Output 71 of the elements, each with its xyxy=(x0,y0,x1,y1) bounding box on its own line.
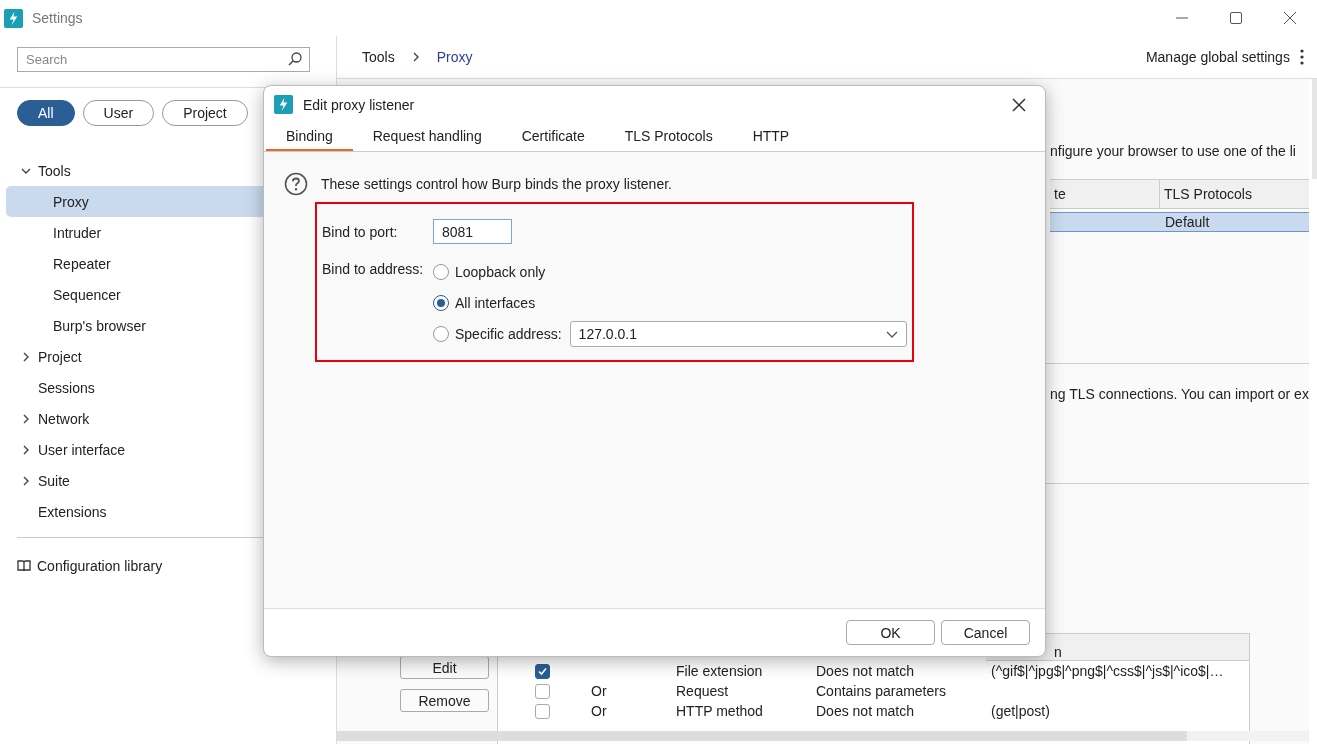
close-button[interactable] xyxy=(1011,96,1027,113)
field-label: Bind to port: xyxy=(322,223,399,240)
close-icon[interactable] xyxy=(1284,12,1296,24)
tree-item[interactable]: Suite xyxy=(38,472,70,489)
checkbox[interactable] xyxy=(534,703,550,719)
radio-label[interactable]: Specific address: xyxy=(455,326,562,342)
tree-item[interactable]: Repeater xyxy=(53,255,111,272)
tree-item[interactable]: User interface xyxy=(38,441,126,458)
radio-button[interactable] xyxy=(433,326,449,342)
check-icon xyxy=(536,665,548,677)
filter-chip[interactable]: All xyxy=(17,100,75,126)
tab[interactable]: TLS Protocols xyxy=(604,123,733,151)
tree-item[interactable]: Sequencer xyxy=(53,286,121,303)
table-action-button[interactable]: Remove xyxy=(400,689,489,712)
tree-item[interactable]: Project xyxy=(38,348,82,365)
tree-item[interactable]: Tools xyxy=(38,162,71,179)
table-cell: Does not match xyxy=(816,703,915,719)
address-dropdown[interactable]: 127.0.0.1 xyxy=(569,321,907,347)
table-cell: File extension xyxy=(676,663,763,679)
table-row[interactable]: Default xyxy=(1050,212,1309,232)
breadcrumb-item[interactable]: Tools xyxy=(362,49,395,65)
table-cell: Or xyxy=(591,703,607,719)
table-cell: (get|post) xyxy=(991,703,1050,719)
radio-label[interactable]: All interfaces xyxy=(455,295,536,311)
tab[interactable]: HTTP xyxy=(732,123,810,151)
dialog-title: Edit proxy listener xyxy=(303,96,415,113)
port-field[interactable]: 8081 xyxy=(433,219,512,244)
checkbox[interactable] xyxy=(534,663,550,679)
dialog-button[interactable]: Cancel xyxy=(941,620,1030,645)
more-icon[interactable] xyxy=(1298,48,1305,66)
tree-item[interactable]: Proxy xyxy=(53,193,89,210)
section-description: ng TLS connections. You can import or ex xyxy=(1050,386,1309,402)
search-field[interactable]: Search xyxy=(17,47,310,72)
tree-item[interactable]: Network xyxy=(38,410,90,427)
radio-button[interactable] xyxy=(433,264,449,280)
help-icon xyxy=(284,172,308,196)
breadcrumb-item[interactable]: Proxy xyxy=(436,49,473,65)
field-label: Bind to address: xyxy=(322,261,425,279)
column-header[interactable]: n xyxy=(1054,644,1062,660)
table-cell: (^gif$|^jpg$|^png$|^css$|^js$|^ico$|… xyxy=(991,663,1224,679)
radio-button[interactable] xyxy=(433,295,449,311)
maximize-icon[interactable] xyxy=(1230,12,1242,24)
filter-chip[interactable]: User xyxy=(82,100,155,126)
filter-chip[interactable]: Project xyxy=(162,100,248,126)
table-cell: HTTP method xyxy=(676,703,763,719)
column-header[interactable]: te xyxy=(1054,186,1066,202)
search-icon xyxy=(288,52,302,66)
window-title: Settings xyxy=(32,10,83,26)
info-text: These settings control how Burp binds the proxy listener. xyxy=(321,176,672,192)
tab[interactable]: Certificate xyxy=(501,123,605,151)
section-description: nfigure your browser to use one of the li xyxy=(1050,143,1297,159)
manage-global-settings-link[interactable]: Manage global settings xyxy=(1145,49,1290,65)
app-logo-icon xyxy=(4,8,23,28)
tree-item[interactable]: Sessions xyxy=(38,379,95,396)
dialog-button[interactable]: OK xyxy=(846,620,935,645)
configuration-library-link[interactable]: Configuration library xyxy=(37,558,163,574)
table-cell: Request xyxy=(676,683,729,699)
book-icon xyxy=(17,559,31,573)
tree-item[interactable]: Burp's browser xyxy=(53,317,146,334)
column-header[interactable]: TLS Protocols xyxy=(1164,186,1252,202)
tab[interactable]: Request handling xyxy=(352,123,502,151)
table-cell: Contains parameters xyxy=(816,683,946,699)
table-cell: Does not match xyxy=(816,663,915,679)
table-cell: Or xyxy=(591,683,607,699)
app-logo-icon xyxy=(274,95,293,114)
tree-item[interactable]: Intruder xyxy=(53,224,102,241)
radio-label[interactable]: Loopback only xyxy=(455,264,546,280)
horizontal-scrollbar[interactable] xyxy=(337,731,1309,741)
tree-item[interactable]: Extensions xyxy=(38,503,107,520)
checkbox[interactable] xyxy=(534,683,550,699)
table-action-button[interactable]: Edit xyxy=(400,656,489,679)
